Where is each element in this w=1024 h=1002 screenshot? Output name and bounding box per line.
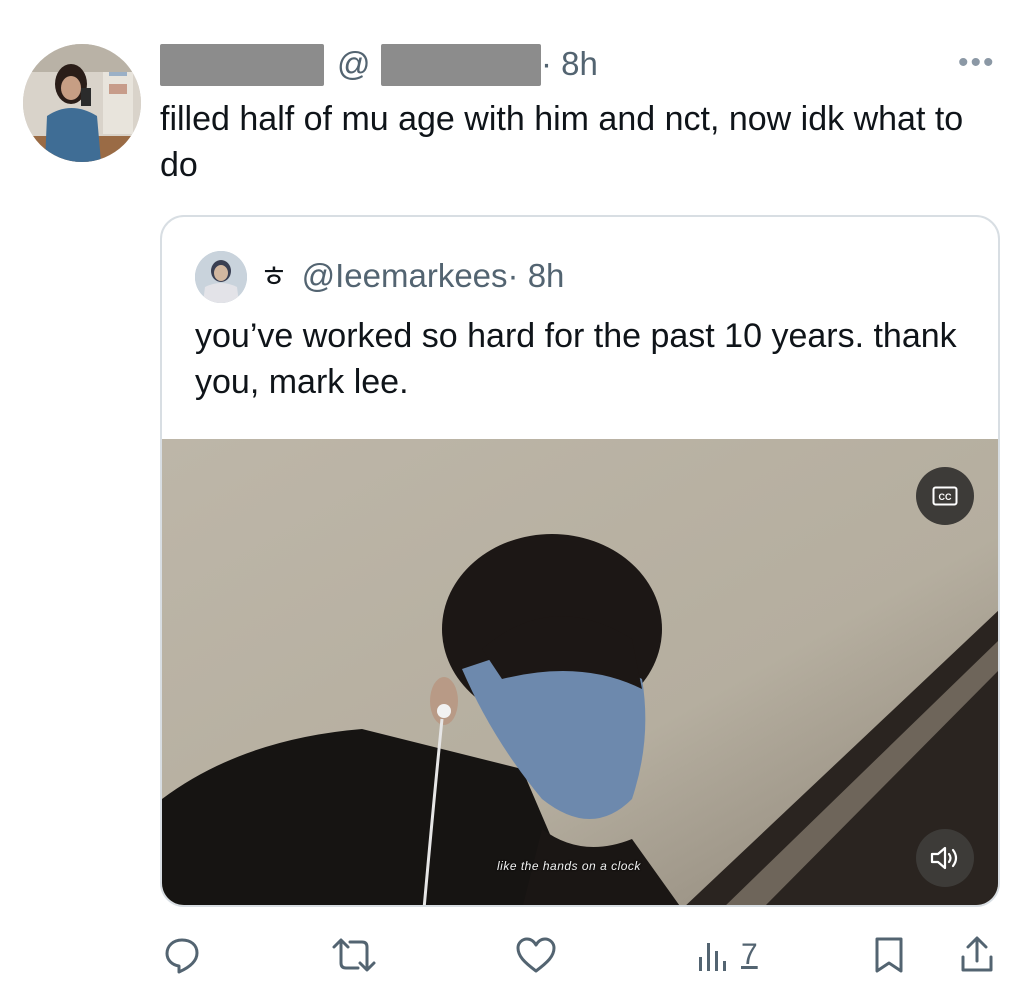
- tweet-time[interactable]: · 8h: [541, 44, 598, 84]
- handle-at-sign: @: [337, 45, 371, 82]
- more-options-icon[interactable]: •••: [958, 48, 996, 78]
- quoted-author-avatar[interactable]: [195, 251, 247, 303]
- cc-icon: CC: [932, 486, 958, 506]
- views-icon: [699, 943, 726, 971]
- quoted-handle[interactable]: @Ieemarkees: [302, 257, 508, 294]
- quoted-meta: ㅎ @Ieemarkees· 8h: [260, 251, 564, 303]
- views-count[interactable]: 7: [741, 940, 758, 970]
- share-button[interactable]: [958, 933, 996, 977]
- bookmark-button[interactable]: [872, 933, 906, 977]
- video-subtitle: like the hands on a clock: [497, 859, 641, 873]
- redacted-display-name: [160, 44, 324, 86]
- quoted-text: you’ve worked so hard for the past 10 ye…: [195, 317, 957, 401]
- quoted-tweet[interactable]: ㅎ @Ieemarkees· 8h you’ve worked so hard f…: [160, 215, 1000, 907]
- reply-icon: [165, 938, 199, 974]
- author-avatar[interactable]: [23, 44, 141, 162]
- retweet-button[interactable]: [330, 933, 378, 977]
- bookmark-icon: [875, 937, 903, 973]
- tweet-text: filled half of mu age with him and nct, …: [160, 100, 964, 184]
- video-player[interactable]: CC like the hands on a clock: [162, 439, 998, 905]
- volume-button[interactable]: [916, 829, 974, 887]
- video-frame: [162, 439, 998, 905]
- heart-icon: [516, 937, 556, 973]
- views-button[interactable]: 7: [693, 933, 758, 977]
- cc-label: CC: [939, 492, 952, 502]
- redacted-handle: [381, 44, 541, 86]
- volume-icon: [930, 846, 958, 870]
- captions-button[interactable]: CC: [916, 467, 974, 525]
- quoted-name-badge: ㅎ: [260, 261, 288, 294]
- reply-button[interactable]: [162, 933, 202, 977]
- share-icon: [961, 936, 993, 972]
- like-button[interactable]: [514, 933, 558, 977]
- quoted-time[interactable]: · 8h: [508, 257, 565, 294]
- retweet-icon: [332, 938, 376, 972]
